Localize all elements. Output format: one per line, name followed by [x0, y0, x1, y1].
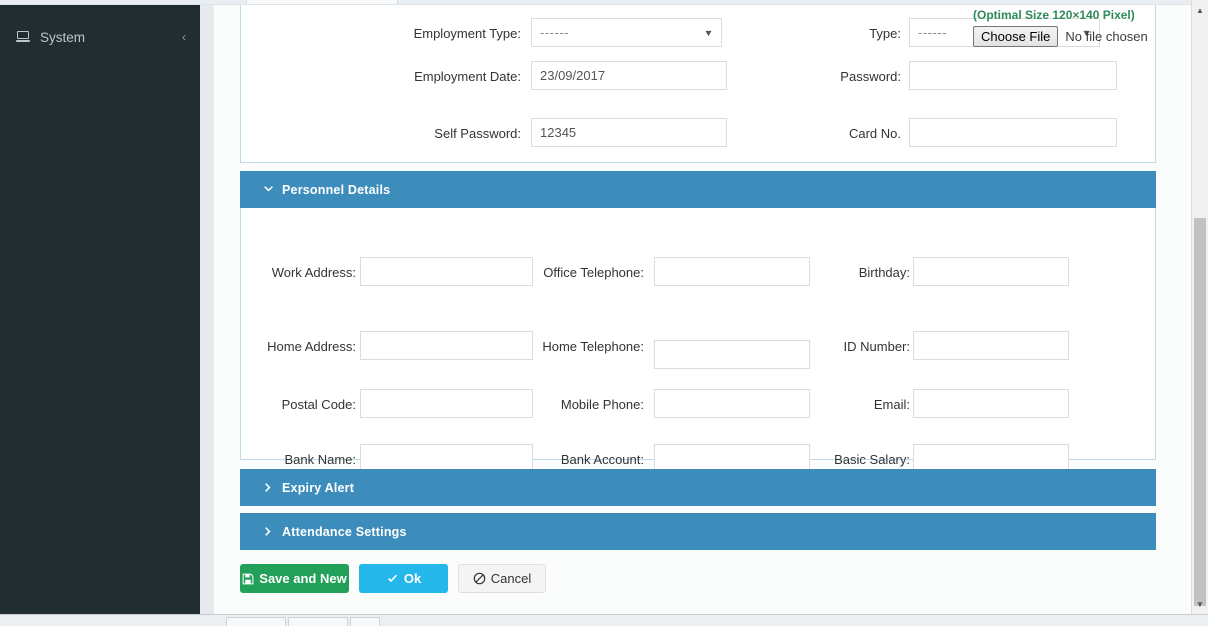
- employment-details-card: Employment Type: ------ ▼ Type: ------ ▼…: [240, 5, 1156, 163]
- id-number-input[interactable]: [913, 331, 1069, 360]
- sidebar: System ‹: [0, 5, 200, 614]
- cancel-button[interactable]: Cancel: [458, 564, 546, 593]
- top-chrome-tab: [246, 0, 398, 4]
- taskbar-item[interactable]: [226, 617, 286, 626]
- email-label: Email:: [873, 397, 910, 412]
- monitor-icon: [16, 30, 34, 44]
- id-number-label: ID Number:: [843, 339, 910, 354]
- save-and-new-button[interactable]: Save and New: [240, 564, 349, 593]
- file-upload-row: Choose File No file chosen: [973, 26, 1148, 47]
- personnel-details-panel: Work Address: Office Telephone: Birthday…: [240, 208, 1156, 473]
- cancel-label: Cancel: [490, 571, 532, 586]
- card-no-input[interactable]: [909, 118, 1117, 147]
- ban-icon: [473, 572, 486, 585]
- taskbar-item[interactable]: [350, 617, 380, 626]
- postal-code-label: Postal Code:: [281, 397, 356, 412]
- bank-name-label: Bank Name:: [284, 452, 356, 467]
- save-and-new-label: Save and New: [259, 571, 347, 586]
- file-chosen-status: No file chosen: [1065, 29, 1148, 44]
- work-address-label: Work Address:: [271, 265, 356, 280]
- sidebar-item-label: System: [40, 29, 86, 45]
- ok-button[interactable]: Ok: [359, 564, 448, 593]
- chevron-down-icon: [262, 183, 280, 196]
- email-input[interactable]: [913, 389, 1069, 418]
- choose-file-button[interactable]: Choose File: [973, 26, 1059, 47]
- content-gutter: [200, 5, 214, 614]
- employment-type-label: Employment Type:: [413, 26, 521, 41]
- check-icon: [386, 573, 399, 585]
- birthday-label: Birthday:: [858, 265, 910, 280]
- home-telephone-label: Home Telephone:: [542, 339, 644, 354]
- photo-size-hint: (Optimal Size 120×140 Pixel): [973, 8, 1135, 22]
- password-label: Password:: [840, 69, 901, 84]
- sidebar-item-system[interactable]: System ‹: [0, 21, 200, 53]
- triangle-up-icon[interactable]: ▲: [1192, 2, 1208, 18]
- home-address-label: Home Address:: [267, 339, 356, 354]
- section-title: Personnel Details: [282, 182, 391, 197]
- browser-viewport: System ‹ Employment Type: ------ ▼ Type:…: [0, 0, 1208, 626]
- office-telephone-label: Office Telephone:: [543, 265, 644, 280]
- section-title: Expiry Alert: [282, 480, 355, 495]
- mobile-phone-label: Mobile Phone:: [560, 397, 644, 412]
- chevron-right-icon: [262, 525, 280, 538]
- chevron-left-icon[interactable]: ‹: [182, 30, 186, 44]
- chevron-right-icon: [262, 481, 280, 494]
- taskbar-item[interactable]: [288, 617, 348, 626]
- scrollbar-thumb[interactable]: [1194, 218, 1206, 606]
- bank-account-label: Bank Account:: [560, 452, 644, 467]
- main-content: Employment Type: ------ ▼ Type: ------ ▼…: [200, 5, 1208, 614]
- floppy-disk-icon: [242, 573, 254, 585]
- section-header-attendance-settings[interactable]: Attendance Settings: [240, 513, 1156, 550]
- card-no-label: Card No.: [848, 126, 901, 141]
- page-surface: Employment Type: ------ ▼ Type: ------ ▼…: [214, 5, 1194, 614]
- triangle-down-icon[interactable]: ▼: [1192, 596, 1208, 612]
- basic-salary-label: Basic Salary:: [834, 452, 910, 467]
- ok-label: Ok: [403, 571, 422, 586]
- birthday-input[interactable]: [913, 257, 1069, 286]
- vertical-scrollbar[interactable]: ▲ ▼: [1191, 0, 1208, 626]
- section-header-expiry-alert[interactable]: Expiry Alert: [240, 469, 1156, 506]
- section-header-personnel-details[interactable]: Personnel Details: [240, 171, 1156, 208]
- taskbar: [0, 614, 1208, 626]
- type-label: Type:: [869, 26, 901, 41]
- password-input[interactable]: [909, 61, 1117, 90]
- section-title: Attendance Settings: [282, 524, 407, 539]
- self-password-label: Self Password:: [434, 126, 521, 141]
- employment-date-label: Employment Date:: [414, 69, 521, 84]
